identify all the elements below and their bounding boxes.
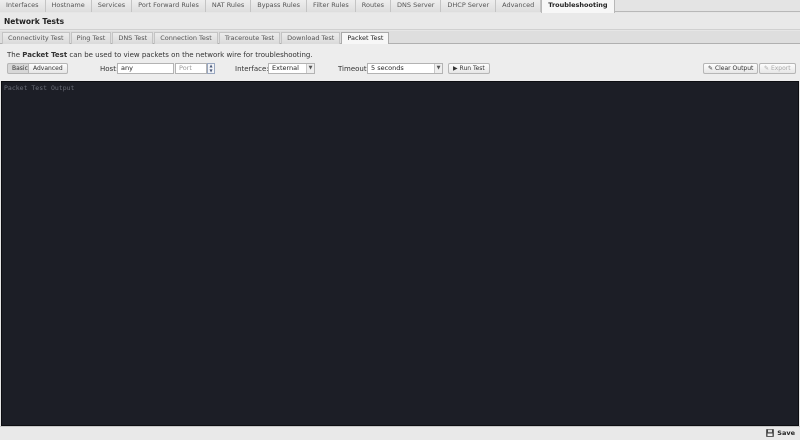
tab-bypass-rules[interactable]: Bypass Rules (251, 0, 308, 12)
chevron-down-icon: ▼ (434, 64, 442, 73)
subtab-traceroute-test[interactable]: Traceroute Test (218, 32, 281, 44)
output-placeholder: Packet Test Output (4, 84, 75, 92)
subtab-ping-test[interactable]: Ping Test (70, 32, 112, 44)
interface-label: Interface: (235, 65, 269, 73)
tab-services[interactable]: Services (91, 0, 133, 12)
port-input[interactable]: Port (175, 63, 207, 74)
timeout-value: 5 seconds (371, 64, 404, 72)
clear-output-label: Clear Output (714, 65, 754, 72)
advanced-mode-button[interactable]: Advanced (28, 63, 68, 74)
pencil-icon: ✎ (764, 65, 770, 72)
host-input[interactable]: any (117, 63, 174, 74)
export-button[interactable]: ✎ Export (759, 63, 796, 74)
tab-nat-rules[interactable]: NAT Rules (205, 0, 252, 12)
run-test-button[interactable]: ▶ Run Test (448, 63, 490, 74)
run-test-label: Run Test (459, 65, 485, 72)
packet-test-output[interactable]: Packet Test Output (1, 81, 799, 426)
chevron-down-icon: ▼ (306, 64, 314, 73)
tab-port-forward-rules[interactable]: Port Forward Rules (132, 0, 206, 12)
host-label: Host: (100, 65, 119, 73)
timeout-label: Timeout: (338, 65, 369, 73)
interface-select[interactable]: External ▼ (268, 63, 315, 74)
description-bold: Packet Test (22, 51, 68, 59)
port-stepper[interactable]: ▲ ▼ (207, 63, 215, 74)
pencil-icon: ✎ (708, 65, 714, 72)
tab-interfaces[interactable]: Interfaces (0, 0, 46, 12)
stepper-down-icon[interactable]: ▼ (208, 68, 214, 74)
footer-bar: Save (0, 426, 800, 440)
description-suffix: can be used to view packets on the netwo… (67, 51, 313, 59)
tab-troubleshooting[interactable]: Troubleshooting (541, 0, 615, 13)
timeout-select[interactable]: 5 seconds ▼ (367, 63, 443, 74)
subtab-connection-test[interactable]: Connection Test (154, 32, 218, 44)
subtab-download-test[interactable]: Download Test (281, 32, 341, 44)
description: The Packet Test can be used to view pack… (7, 51, 313, 59)
sub-tab-bar: Connectivity Test Ping Test DNS Test Con… (0, 31, 800, 45)
section-title: Network Tests (0, 13, 800, 30)
subtab-dns-test[interactable]: DNS Test (112, 32, 154, 44)
save-button[interactable]: Save (766, 429, 795, 437)
tab-dhcp-server[interactable]: DHCP Server (441, 0, 497, 12)
interface-value: External (272, 64, 299, 72)
tab-hostname[interactable]: Hostname (45, 0, 92, 12)
tab-dns-server[interactable]: DNS Server (391, 0, 442, 12)
tab-advanced[interactable]: Advanced (496, 0, 542, 12)
clear-output-button[interactable]: ✎ Clear Output (703, 63, 759, 74)
tab-filter-rules[interactable]: Filter Rules (307, 0, 356, 12)
subtab-connectivity-test[interactable]: Connectivity Test (2, 32, 70, 44)
export-label: Export (770, 65, 791, 72)
tab-routes[interactable]: Routes (355, 0, 392, 12)
floppy-disk-icon (766, 429, 775, 437)
top-tab-bar: Interfaces Hostname Services Port Forwar… (0, 0, 800, 13)
description-prefix: The (7, 51, 23, 59)
play-icon: ▶ (453, 65, 458, 72)
save-label: Save (777, 429, 795, 437)
